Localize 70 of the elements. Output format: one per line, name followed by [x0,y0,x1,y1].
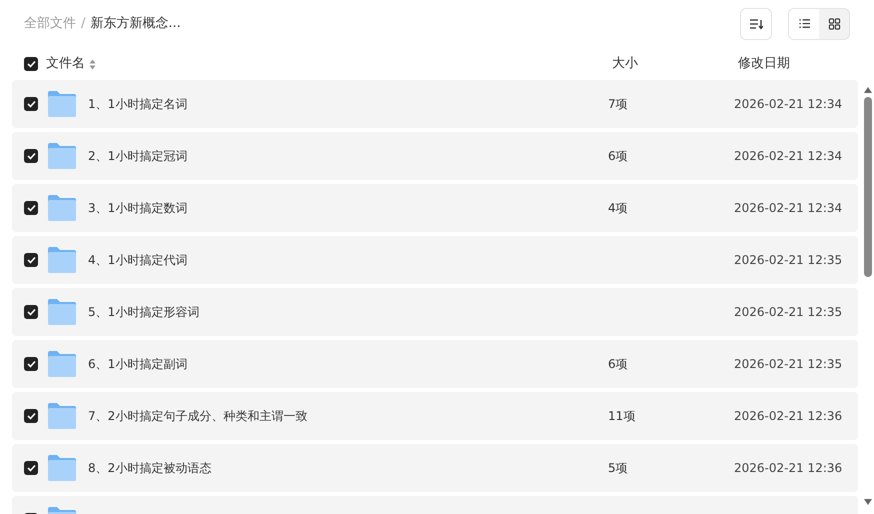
file-row[interactable]: 5、1小时搞定形容词 2026-02-21 12:35 [12,288,858,336]
file-size: 11项 [608,408,636,425]
checkbox[interactable] [24,97,38,111]
grid-icon [828,18,840,30]
file-name: 6、1小时搞定副词 [88,356,188,373]
file-size: 4项 [608,200,629,217]
folder-icon [47,246,77,274]
check-icon [26,100,36,108]
folder-icon [47,194,77,222]
check-icon [26,464,36,472]
checkbox[interactable] [24,409,38,423]
checkbox[interactable] [24,57,38,71]
check-icon [26,308,36,316]
file-size: 7项 [608,96,629,113]
modified-date: 2026-02-21 12:36 [734,460,842,477]
check-icon [26,152,36,160]
file-name: 8、2小时搞定被动语态 [88,460,212,477]
breadcrumb-separator: / [81,15,86,34]
modified-date: 2026-02-21 12:35 [734,356,842,373]
file-row[interactable]: 8、2小时搞定被动语态 5项 2026-02-21 12:36 [12,444,858,492]
modified-date: 2026-02-21 12:34 [734,148,842,165]
folder-icon [47,454,77,482]
file-row[interactable]: 7、2小时搞定句子成分、种类和主谓一致 11项 2026-02-21 12:36 [12,392,858,440]
scroll-up-icon[interactable] [863,86,873,94]
sort-arrows-icon[interactable] [89,58,96,70]
file-row[interactable]: 3、1小时搞定数词 4项 2026-02-21 12:34 [12,184,858,232]
file-name: 5、1小时搞定形容词 [88,304,200,321]
list-view-button[interactable] [789,9,819,39]
file-name: 2、1小时搞定冠词 [88,148,188,165]
check-icon [26,60,36,68]
file-name: 1、1小时搞定名词 [88,96,188,113]
modified-date: 2026-02-21 12:35 [734,304,842,321]
checkbox[interactable] [24,461,38,475]
list-icon [798,18,810,30]
file-name: 3、1小时搞定数词 [88,200,188,217]
file-row[interactable]: 4、1小时搞定代词 2026-02-21 12:35 [12,236,858,284]
column-header[interactable]: 文件名 [46,54,85,74]
file-size: 5项 [608,460,629,477]
check-icon [26,412,36,420]
scrollbar-thumb[interactable] [864,97,872,277]
breadcrumb-current: 新东方新概念... [90,15,181,34]
folder-icon [47,350,77,378]
folder-icon [47,90,77,118]
checkbox[interactable] [24,305,38,319]
sort-button[interactable] [740,8,772,40]
file-row[interactable]: 1、1小时搞定名词 7项 2026-02-21 12:34 [12,80,858,128]
checkbox[interactable] [24,357,38,371]
sort-icon [749,18,763,30]
scroll-down-icon[interactable] [863,498,873,506]
file-size: 6项 [608,148,629,165]
check-icon [26,204,36,212]
modified-date: 2026-02-21 12:35 [734,252,842,269]
file-name: 4、1小时搞定代词 [88,252,188,269]
file-size: 6项 [608,356,629,373]
column-header[interactable]: 大小 [612,54,738,74]
checkbox[interactable] [24,201,38,215]
modified-date: 2026-02-21 12:34 [734,200,842,217]
column-header[interactable]: 修改日期 [738,54,850,74]
modified-date: 2026-02-21 12:36 [734,408,842,425]
folder-icon [47,402,77,430]
file-row[interactable]: 2、1小时搞定冠词 6项 2026-02-21 12:34 [12,132,858,180]
modified-date: 2026-02-21 12:34 [734,96,842,113]
file-name: 7、2小时搞定句子成分、种类和主谓一致 [88,408,308,425]
checkbox[interactable] [24,149,38,163]
file-row[interactable]: 6、1小时搞定副词 6项 2026-02-21 12:35 [12,340,858,388]
folder-icon [47,298,77,326]
folder-icon [47,142,77,170]
check-icon [26,360,36,368]
check-icon [26,256,36,264]
checkbox[interactable] [24,253,38,267]
